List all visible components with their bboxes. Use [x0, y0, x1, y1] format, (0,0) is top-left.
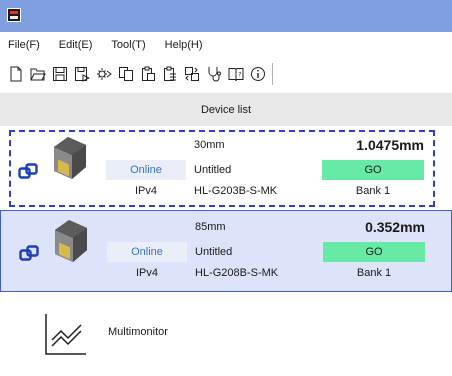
device-name: Untitled [195, 246, 233, 258]
copy-icon[interactable] [116, 63, 135, 85]
chart-icon [45, 314, 86, 355]
status-badge: Online [106, 160, 186, 180]
multimonitor-item[interactable]: Multimonitor [0, 292, 452, 376]
sensor-icon [54, 137, 86, 179]
svg-text:?: ? [238, 72, 241, 79]
range-label: 30mm [194, 139, 225, 151]
toolbar-separator [272, 63, 273, 85]
sensor-icon [55, 220, 87, 262]
settings-export-icon[interactable] [94, 63, 113, 85]
title-bar [0, 0, 452, 32]
info-icon[interactable] [248, 63, 267, 85]
model-label: HL-G203B-S-MK [194, 185, 278, 197]
menu-file[interactable]: File(F) [8, 39, 40, 51]
judgement-badge: GO [323, 242, 425, 262]
measurement-value: 0.352mm [365, 219, 425, 235]
menu-bar: File(F) Edit(E) Tool(T) Help(H) [0, 32, 452, 58]
device-name: Untitled [194, 164, 232, 176]
range-label: 85mm [195, 221, 226, 233]
link-icon[interactable] [18, 162, 38, 180]
menu-tool[interactable]: Tool(T) [111, 39, 145, 51]
app-icon[interactable] [7, 8, 21, 22]
manual-icon[interactable]: ? [226, 63, 245, 85]
menu-edit[interactable]: Edit(E) [59, 39, 93, 51]
protocol-label: IPv4 [135, 267, 158, 279]
multimonitor-label: Multimonitor [108, 326, 168, 338]
bank-label: Bank 1 [356, 267, 392, 279]
device-list-header: Device list [0, 93, 452, 126]
bank-label: Bank 1 [355, 185, 391, 197]
measurement-value: 1.0475mm [356, 137, 424, 153]
link-icon[interactable] [19, 244, 39, 262]
device-row[interactable]: Online IPv4 85mm Untitled HL-G208B-S-MK … [0, 210, 452, 292]
toolbar: ? [0, 58, 452, 90]
model-label: HL-G208B-S-MK [195, 267, 279, 279]
compare-icon[interactable] [182, 63, 201, 85]
new-file-icon[interactable] [6, 63, 25, 85]
stethoscope-icon[interactable] [204, 63, 223, 85]
paste-special-icon[interactable] [160, 63, 179, 85]
save-as-icon[interactable] [72, 63, 91, 85]
menu-help[interactable]: Help(H) [165, 39, 203, 51]
protocol-label: IPv4 [134, 185, 157, 197]
judgement-badge: GO [322, 160, 424, 180]
device-row[interactable]: Online IPv4 30mm Untitled HL-G203B-S-MK … [0, 128, 452, 210]
save-icon[interactable] [50, 63, 69, 85]
open-folder-icon[interactable] [28, 63, 47, 85]
paste-icon[interactable] [138, 63, 157, 85]
status-badge: Online [107, 242, 187, 262]
device-list-title: Device list [200, 103, 252, 116]
